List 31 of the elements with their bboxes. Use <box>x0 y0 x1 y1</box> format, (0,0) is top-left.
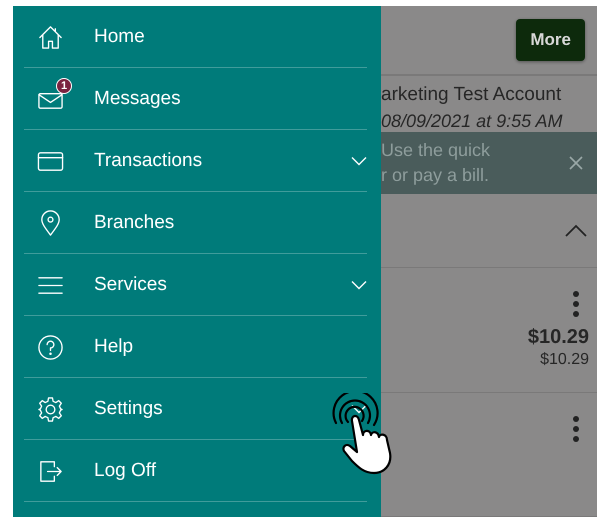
menu-item[interactable]: Transactions <box>13 130 381 192</box>
available-amount: $10.29 <box>540 351 589 369</box>
account-name: arketing Test Account <box>381 84 562 106</box>
unread-badge: 1 <box>56 78 72 94</box>
menu-label: Help <box>94 336 134 358</box>
more-options-icon[interactable] <box>572 414 580 442</box>
menu-item[interactable]: Home <box>13 6 381 68</box>
menu-label: Branches <box>94 212 176 234</box>
menu-label: Home <box>94 26 146 48</box>
menu-item[interactable]: Branches <box>13 192 381 254</box>
more-options-icon[interactable] <box>572 290 580 318</box>
banner-text: r or pay a bill. <box>381 164 490 187</box>
menu-label: Transactions <box>94 150 204 172</box>
chevron-up-icon[interactable] <box>565 224 587 238</box>
amount: $10.29 <box>528 326 589 349</box>
home-icon <box>37 24 64 50</box>
menu-label: Services <box>94 274 168 296</box>
settings-icon <box>37 396 64 422</box>
account-date: 08/09/2021 at 9:55 AM <box>381 110 564 132</box>
menu-item[interactable]: Help <box>13 316 381 378</box>
banner-text: Use the quick <box>381 138 492 162</box>
menu-item[interactable]: Settings <box>13 378 381 440</box>
menu-item[interactable]: 1 Messages <box>13 68 381 130</box>
menu-label: Log Off <box>94 460 157 482</box>
close-icon[interactable] <box>569 156 583 170</box>
menu-label: Messages <box>94 88 182 110</box>
chevron-down-icon[interactable] <box>351 404 367 414</box>
help-icon <box>37 334 64 360</box>
more-button[interactable]: More <box>516 18 585 61</box>
menu-label: Settings <box>94 398 164 420</box>
menu-item[interactable]: Services <box>13 254 381 316</box>
